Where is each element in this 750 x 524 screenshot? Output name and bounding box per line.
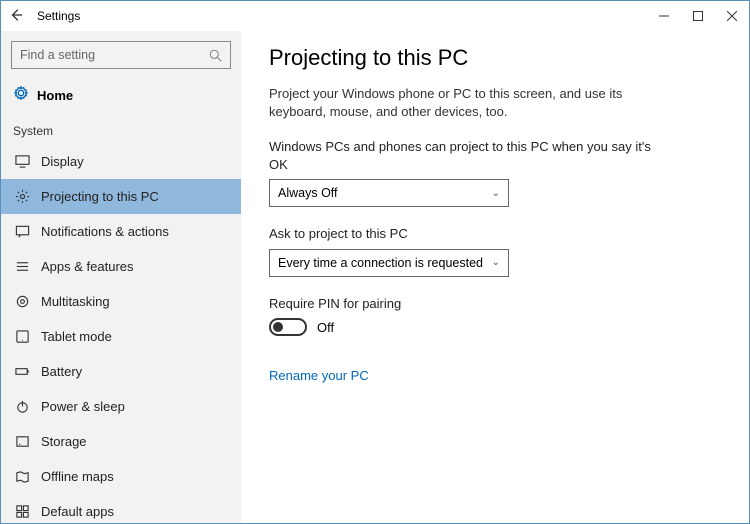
sidebar-item-label: Display <box>41 154 84 169</box>
battery-icon <box>13 364 31 379</box>
sidebar-item-default-apps[interactable]: Default apps <box>1 494 241 523</box>
chevron-down-icon: ⌄ <box>492 257 500 268</box>
nav-list: Display Projecting to this PC Notification… <box>1 144 241 523</box>
power-icon <box>13 399 31 414</box>
gear-icon <box>13 85 29 106</box>
close-button[interactable] <box>715 1 749 31</box>
gear-outline-icon <box>13 294 31 309</box>
window-controls <box>647 1 749 31</box>
sidebar-item-label: Apps & features <box>41 259 134 274</box>
sidebar-item-label: Battery <box>41 364 82 379</box>
project-permission-select[interactable]: Always Off ⌄ <box>269 179 509 207</box>
rename-pc-link[interactable]: Rename your PC <box>269 368 369 383</box>
minimize-icon <box>659 11 669 21</box>
maximize-icon <box>693 11 703 21</box>
setting-label: Ask to project to this PC <box>269 225 659 243</box>
sidebar-item-display[interactable]: Display <box>1 144 241 179</box>
toggle-state: Off <box>317 320 334 335</box>
sidebar-item-label: Power & sleep <box>41 399 125 414</box>
setting-ask-to-project: Ask to project to this PC Every time a c… <box>269 225 721 277</box>
storage-icon <box>13 434 31 449</box>
tablet-icon <box>13 329 31 344</box>
maximize-button[interactable] <box>681 1 715 31</box>
sidebar-item-apps-features[interactable]: Apps & features <box>1 249 241 284</box>
message-icon <box>13 224 31 239</box>
home-label: Home <box>37 88 73 103</box>
map-icon <box>13 469 31 484</box>
sidebar-item-offline-maps[interactable]: Offline maps <box>1 459 241 494</box>
content-pane: Projecting to this PC Project your Windo… <box>241 31 749 523</box>
toggle-knob <box>273 322 283 332</box>
search-icon <box>209 49 222 62</box>
search-box[interactable] <box>11 41 231 69</box>
sidebar-item-label: Offline maps <box>41 469 114 484</box>
sidebar-item-projecting-to-this-pc[interactable]: Projecting to this PC <box>1 179 241 214</box>
setting-label: Windows PCs and phones can project to th… <box>269 138 659 173</box>
gear-icon <box>13 189 31 204</box>
select-value: Always Off <box>278 186 338 200</box>
search-input[interactable] <box>20 48 209 62</box>
minimize-button[interactable] <box>647 1 681 31</box>
require-pin-toggle[interactable] <box>269 318 307 336</box>
back-button[interactable] <box>1 8 31 25</box>
sidebar: Home System Display Projecting to this PC… <box>1 31 241 523</box>
setting-project-permission: Windows PCs and phones can project to th… <box>269 138 721 207</box>
sidebar-item-label: Storage <box>41 434 87 449</box>
sidebar-item-power-sleep[interactable]: Power & sleep <box>1 389 241 424</box>
sidebar-item-tablet-mode[interactable]: Tablet mode <box>1 319 241 354</box>
sidebar-item-label: Notifications & actions <box>41 224 169 239</box>
list-icon <box>13 259 31 274</box>
titlebar: Settings <box>1 1 749 31</box>
setting-require-pin: Require PIN for pairing Off <box>269 295 721 337</box>
sidebar-item-label: Multitasking <box>41 294 110 309</box>
sidebar-item-notifications-actions[interactable]: Notifications & actions <box>1 214 241 249</box>
display-icon <box>13 154 31 169</box>
ask-to-project-select[interactable]: Every time a connection is requested ⌄ <box>269 249 509 277</box>
home-button[interactable]: Home <box>1 79 241 112</box>
close-icon <box>727 11 737 21</box>
sidebar-item-storage[interactable]: Storage <box>1 424 241 459</box>
sidebar-item-multitasking[interactable]: Multitasking <box>1 284 241 319</box>
defaults-icon <box>13 504 31 519</box>
sidebar-item-label: Tablet mode <box>41 329 112 344</box>
arrow-left-icon <box>9 8 23 22</box>
chevron-down-icon: ⌄ <box>492 188 500 199</box>
sidebar-item-label: Projecting to this PC <box>41 189 159 204</box>
section-title: System <box>1 120 241 144</box>
setting-label: Require PIN for pairing <box>269 295 659 313</box>
page-description: Project your Windows phone or PC to this… <box>269 85 659 120</box>
sidebar-item-label: Default apps <box>41 504 114 519</box>
select-value: Every time a connection is requested <box>278 256 483 270</box>
window-title: Settings <box>37 9 647 23</box>
page-heading: Projecting to this PC <box>269 45 721 71</box>
sidebar-item-battery[interactable]: Battery <box>1 354 241 389</box>
